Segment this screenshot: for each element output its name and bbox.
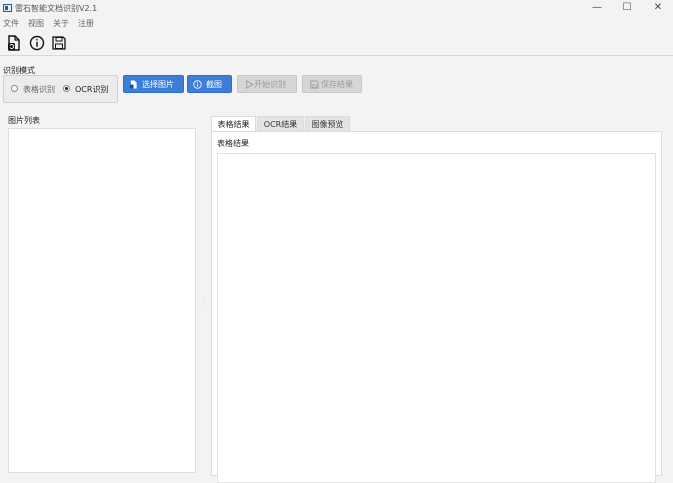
mode-group: 表格识别 OCR识别 xyxy=(3,75,118,103)
image-list[interactable] xyxy=(8,128,196,473)
select-image-label: 选择图片 xyxy=(142,80,174,89)
screenshot-label: 截图 xyxy=(206,80,222,89)
select-image-button[interactable]: 选择图片 xyxy=(123,75,184,93)
info-icon xyxy=(193,80,202,89)
open-file-icon[interactable] xyxy=(6,35,22,51)
tab-table-result[interactable]: 表格结果 xyxy=(211,116,256,132)
menu-file[interactable]: 文件 xyxy=(3,18,19,29)
tab-image-preview[interactable]: 图像预览 xyxy=(305,116,350,132)
title-bar: 雷石智能文档识别V2.1 — ☐ ✕ xyxy=(0,0,673,16)
radio-ocr-label[interactable]: OCR识别 xyxy=(75,84,108,95)
window-title: 雷石智能文档识别V2.1 xyxy=(15,4,98,13)
menu-register[interactable]: 注册 xyxy=(78,18,94,29)
menu-about[interactable]: 关于 xyxy=(53,18,69,29)
tab-panel: 表格结果 xyxy=(211,131,662,483)
splitter-handle[interactable]: ⋮ xyxy=(202,300,208,308)
play-icon xyxy=(246,80,254,89)
save-icon[interactable] xyxy=(51,35,67,51)
save-result-label: 保存结果 xyxy=(321,80,353,89)
radio-ocr-mode[interactable] xyxy=(63,85,70,92)
menu-bar: 文件 视图 关于 注册 xyxy=(0,17,673,29)
app-icon xyxy=(3,4,12,12)
radio-table-label[interactable]: 表格识别 xyxy=(23,84,55,95)
table-result-area[interactable] xyxy=(217,153,656,483)
toolbar xyxy=(0,30,673,56)
radio-table-mode[interactable] xyxy=(11,85,18,92)
save-icon xyxy=(310,80,319,89)
open-file-icon xyxy=(129,80,137,89)
start-recognize-button[interactable]: 开始识别 xyxy=(237,75,297,93)
save-result-button[interactable]: 保存结果 xyxy=(302,75,362,93)
maximize-button[interactable]: ☐ xyxy=(612,0,642,16)
info-icon[interactable] xyxy=(29,35,45,51)
image-list-label: 图片列表 xyxy=(8,116,40,125)
close-button[interactable]: ✕ xyxy=(643,0,673,16)
table-result-label: 表格结果 xyxy=(217,139,249,148)
screenshot-button[interactable]: 截图 xyxy=(187,75,232,93)
start-recognize-label: 开始识别 xyxy=(254,80,286,89)
menu-view[interactable]: 视图 xyxy=(28,18,44,29)
minimize-button[interactable]: — xyxy=(582,0,612,16)
tab-ocr-result[interactable]: OCR结果 xyxy=(257,116,304,132)
